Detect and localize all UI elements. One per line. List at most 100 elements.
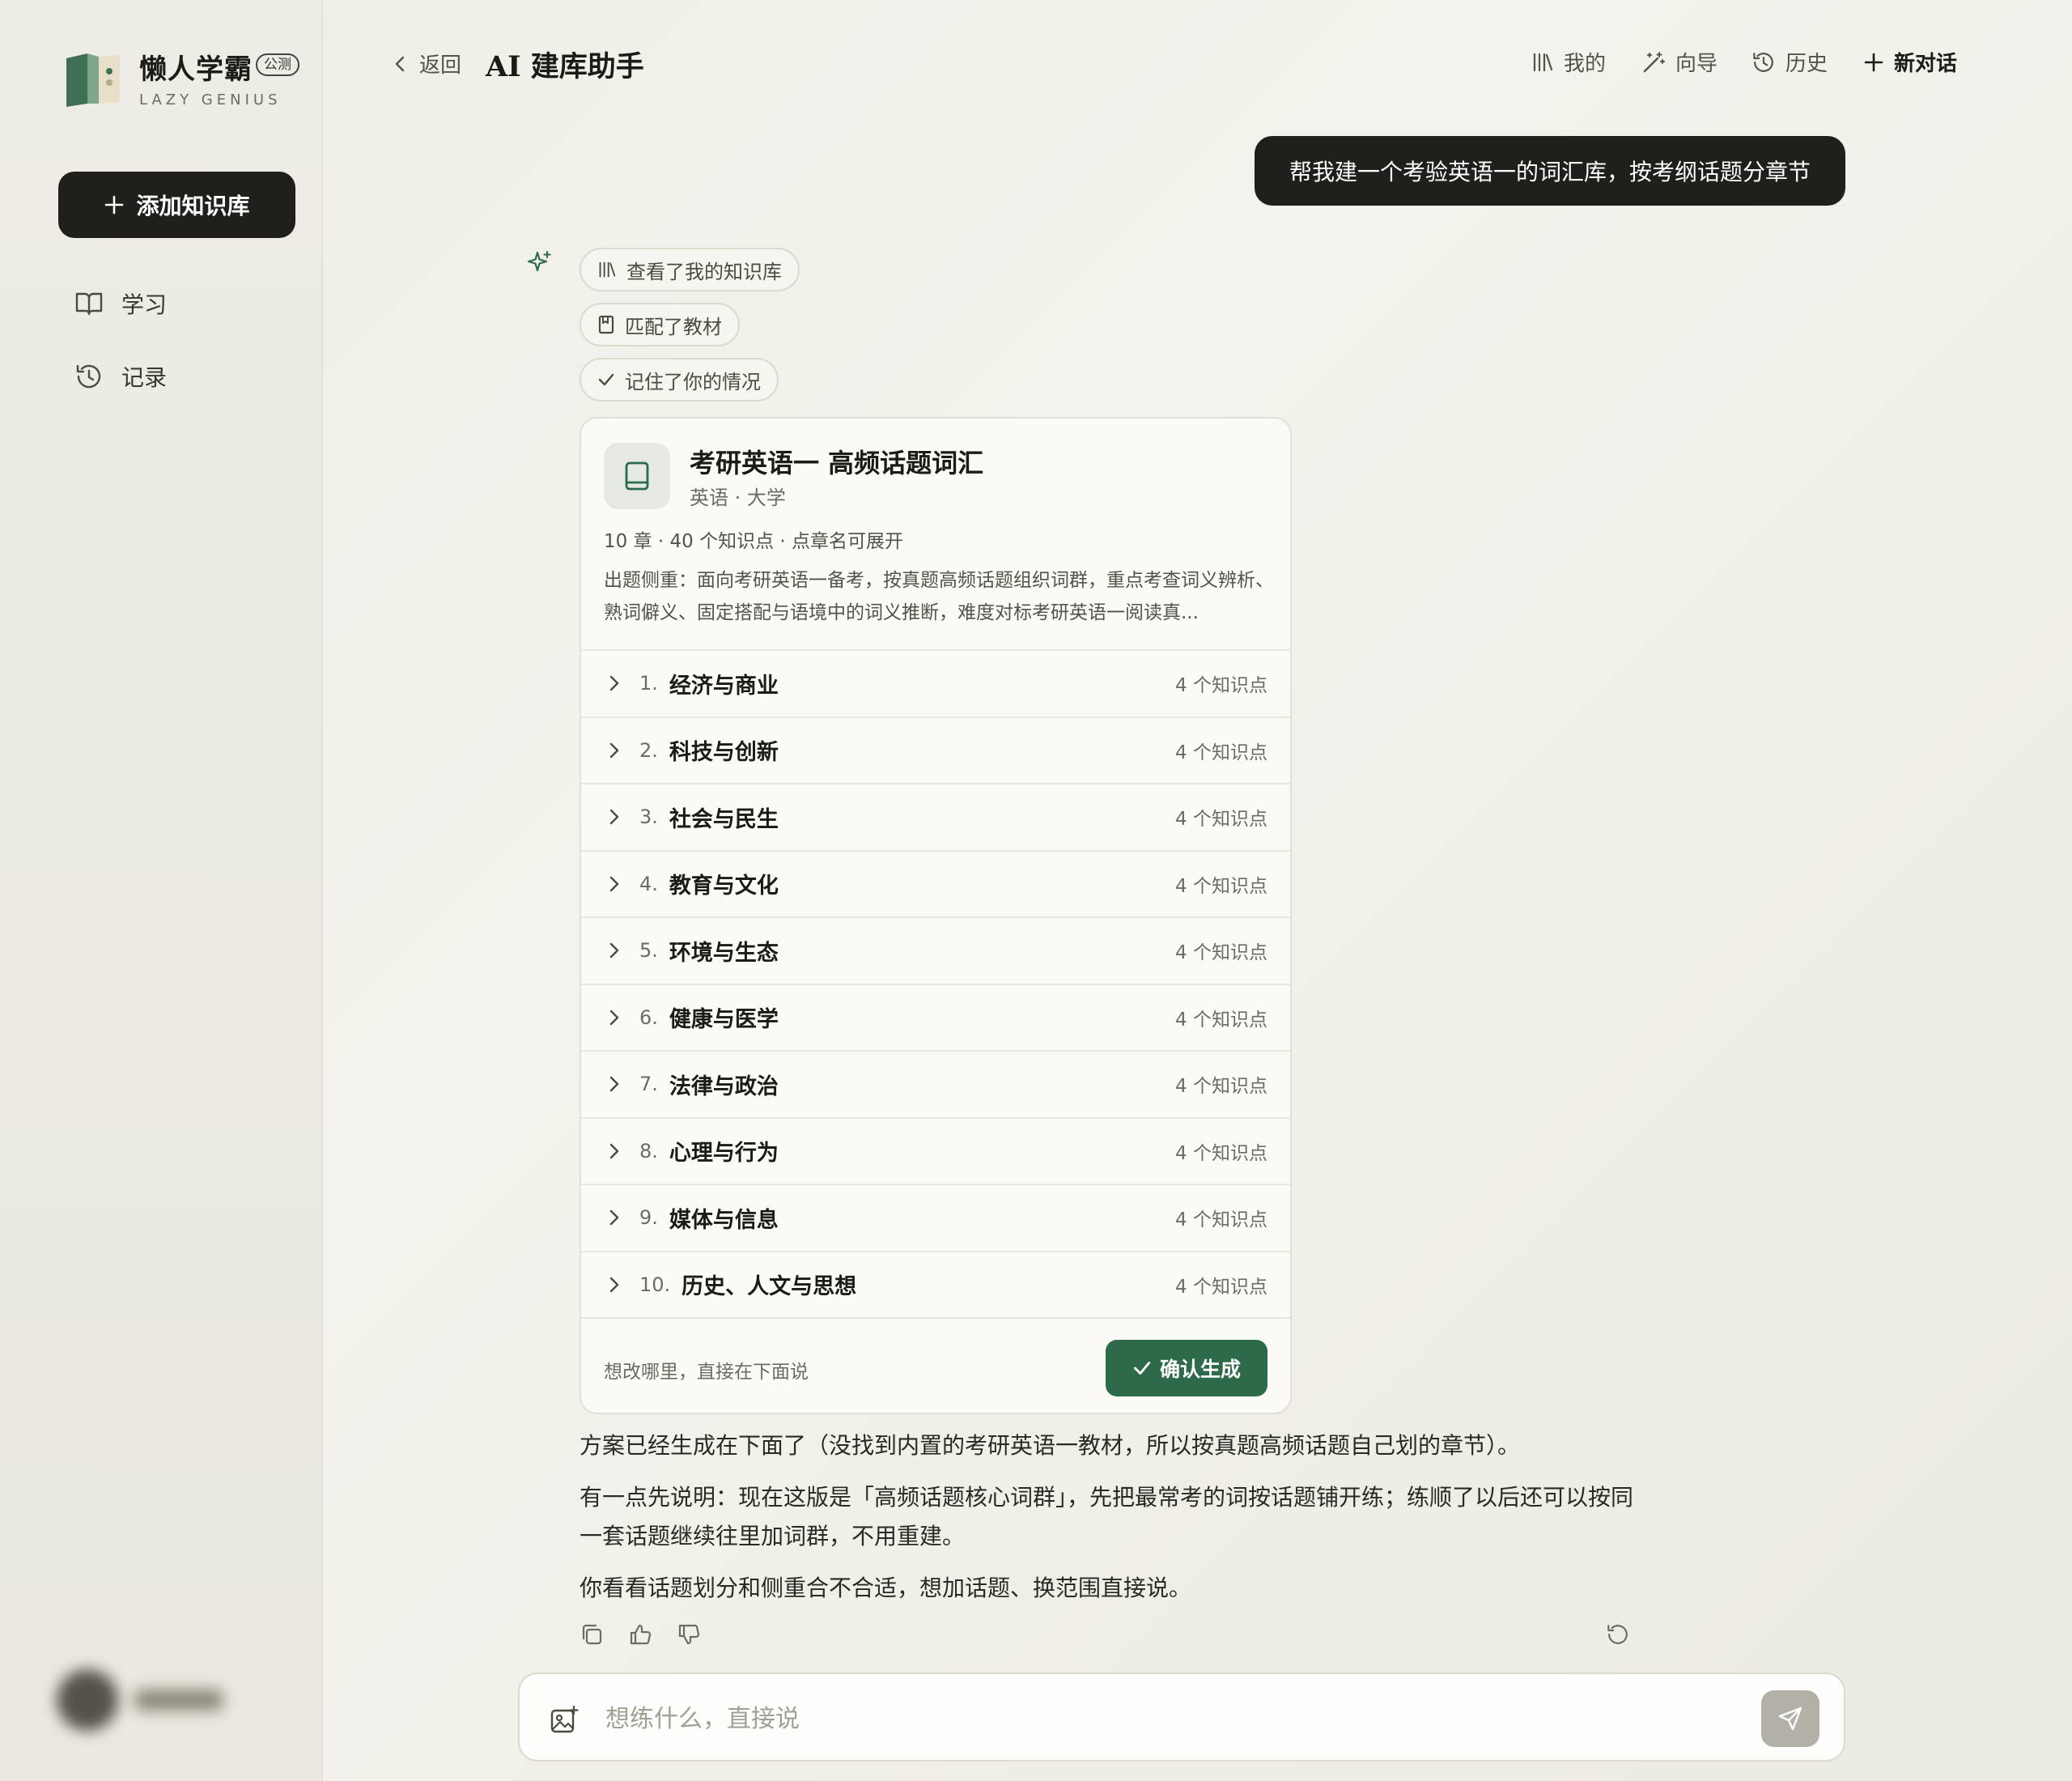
thumbs-up-icon[interactable]: [628, 1622, 652, 1647]
chapter-name: 媒体与信息: [669, 1207, 779, 1233]
card-meta: 10 章 · 40 个知识点 · 点章名可展开: [604, 531, 904, 552]
sidebar-item-study[interactable]: 学习: [74, 282, 167, 325]
chapter-number: 8.: [639, 1139, 658, 1163]
confirm-label: 确认生成: [1159, 1358, 1241, 1381]
add-knowledge-base-button[interactable]: 添加知识库: [58, 172, 295, 238]
user-profile[interactable]: [57, 1668, 243, 1732]
brand-name: 懒人学霸: [139, 53, 253, 86]
chapter-row[interactable]: 3. 社会与民生 4 个知识点: [581, 783, 1290, 849]
book-icon: [598, 315, 614, 334]
chapter-count: 4 个知识点: [1175, 1209, 1267, 1231]
nav-guide[interactable]: 向导: [1641, 47, 1717, 77]
chapter-count: 4 个知识点: [1175, 1276, 1267, 1298]
knowledge-base-plan-card: 考研英语一 高频话题词汇 英语 · 大学 10 章 · 40 个知识点 · 点章…: [580, 417, 1292, 1414]
chevron-left-icon: [395, 56, 405, 71]
sidebar: 懒人学霸 公测 LAZY GENIUS 添加知识库 学习 记录: [0, 0, 323, 1781]
avatar: [57, 1669, 118, 1731]
user-message: 帮我建一个考验英语一的词汇库，按考纲话题分章节: [1255, 136, 1845, 206]
chapter-count: 4 个知识点: [1175, 742, 1267, 763]
assistant-reply-paragraph: 有一点先说明：现在这版是「高频话题核心词群」，先把最常考的词按话题铺开练；练顺了…: [580, 1484, 1634, 1549]
nav-label: 历史: [1785, 52, 1828, 76]
chevron-right-icon: [609, 1076, 619, 1092]
regenerate-icon[interactable]: [1606, 1622, 1630, 1647]
step-checked-knowledge-base: 查看了我的知识库: [580, 248, 800, 291]
chapter-number: 4.: [639, 872, 658, 895]
chapter-number: 5.: [639, 939, 658, 962]
chapter-number: 7.: [639, 1073, 658, 1095]
card-description: 出题侧重：面向考研英语一备考，按真题高频话题组织词群，重点考查词义辨析、熟词僻义…: [604, 570, 1274, 623]
confirm-generate-button[interactable]: 确认生成: [1106, 1340, 1267, 1396]
back-label: 返回: [419, 53, 462, 78]
chapter-name: 心理与行为: [669, 1141, 779, 1166]
step-matched-textbook: 匹配了教材: [580, 303, 740, 346]
nav-label: 我的: [1564, 52, 1607, 76]
chapter-count: 4 个知识点: [1175, 1009, 1267, 1031]
card-title: 考研英语一 高频话题词汇: [690, 448, 984, 478]
chevron-right-icon: [609, 675, 619, 691]
chapter-row[interactable]: 7. 法律与政治 4 个知识点: [581, 1050, 1290, 1116]
copy-icon[interactable]: [580, 1622, 604, 1647]
chevron-right-icon: [609, 809, 619, 825]
chevron-right-icon: [609, 942, 619, 959]
sidebar-item-label: 学习: [121, 291, 168, 318]
step-label: 查看了我的知识库: [626, 260, 782, 283]
chapter-number: 9.: [639, 1206, 658, 1229]
chapter-count: 4 个知识点: [1175, 1142, 1267, 1164]
history-icon: [76, 364, 101, 389]
magic-wand-icon: [1643, 51, 1665, 72]
step-remembered-status: 记住了你的情况: [580, 358, 779, 402]
chapter-row[interactable]: 1. 经济与商业 4 个知识点: [581, 649, 1290, 716]
chapter-row[interactable]: 4. 教育与文化 4 个知识点: [581, 849, 1290, 916]
step-label: 记住了你的情况: [625, 370, 761, 393]
chapter-row[interactable]: 5. 环境与生态 4 个知识点: [581, 916, 1290, 983]
chapter-count: 4 个知识点: [1175, 809, 1267, 830]
check-icon: [598, 373, 614, 386]
back-button[interactable]: 返回: [392, 49, 461, 79]
page-title: AI 建库助手: [486, 50, 644, 83]
chapter-name: 经济与商业: [669, 673, 779, 699]
chapter-name: 科技与创新: [669, 740, 779, 765]
chapter-name: 法律与政治: [669, 1073, 779, 1099]
brand-subtitle: LAZY GENIUS: [139, 91, 282, 108]
chapter-row[interactable]: 6. 健康与医学 4 个知识点: [581, 983, 1290, 1050]
chapter-number: 2.: [639, 738, 658, 762]
chapter-row[interactable]: 8. 心理与行为 4 个知识点: [581, 1116, 1290, 1184]
new-chat-button[interactable]: 新对话: [1863, 47, 1957, 77]
sparkle-icon: [526, 249, 554, 277]
image-upload-icon[interactable]: [549, 1705, 580, 1736]
chevron-right-icon: [609, 1277, 619, 1292]
sidebar-item-history[interactable]: 记录: [74, 355, 167, 398]
chapter-row[interactable]: 2. 科技与创新 4 个知识点: [581, 716, 1290, 783]
nav-label: 新对话: [1894, 52, 1958, 76]
thumbs-down-icon[interactable]: [677, 1622, 701, 1647]
chapter-row[interactable]: 10. 历史、人文与思想 4 个知识点: [581, 1250, 1290, 1317]
chapter-number: 3.: [639, 805, 658, 828]
chevron-right-icon: [609, 1010, 619, 1025]
library-icon: [1533, 53, 1553, 71]
library-icon: [599, 261, 616, 278]
chapter-row[interactable]: 9. 媒体与信息 4 个知识点: [581, 1184, 1290, 1250]
plus-icon: [105, 195, 124, 215]
chevron-right-icon: [609, 876, 619, 891]
send-icon: [1778, 1707, 1802, 1731]
check-icon: [1133, 1362, 1151, 1375]
chapter-name: 历史、人文与思想: [681, 1274, 857, 1299]
chapter-name: 社会与民生: [669, 806, 779, 832]
plus-icon: [1864, 53, 1883, 71]
nav-mine[interactable]: 我的: [1531, 47, 1606, 77]
card-footer: 想改哪里，直接在下面说 确认生成: [581, 1317, 1290, 1413]
nav-label: 向导: [1675, 52, 1718, 76]
send-button[interactable]: [1761, 1690, 1819, 1747]
user-name-blurred: [134, 1690, 223, 1711]
nav-history[interactable]: 历史: [1751, 47, 1828, 77]
chat-input[interactable]: [605, 1697, 1658, 1741]
chapter-number: 1.: [639, 672, 658, 695]
sidebar-item-label: 记录: [121, 364, 168, 391]
chevron-right-icon: [609, 1209, 619, 1226]
card-subtitle: 英语 · 大学: [690, 487, 786, 509]
chapter-count: 4 个知识点: [1175, 942, 1267, 963]
assistant-reply-paragraph: 方案已经生成在下面了（没找到内置的考研英语一教材，所以按真题高频话题自己划的章节…: [580, 1432, 1521, 1459]
chapter-count: 4 个知识点: [1175, 875, 1267, 897]
chevron-right-icon: [609, 1143, 619, 1158]
logo-icon: [63, 50, 125, 108]
